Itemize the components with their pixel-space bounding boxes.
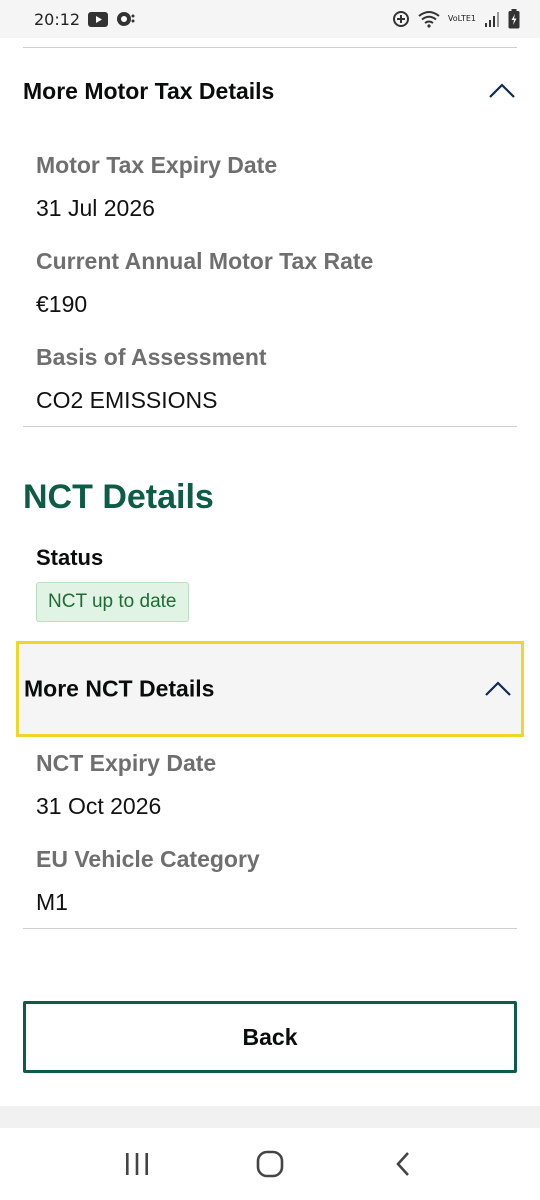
- back-icon: [396, 1152, 410, 1176]
- nct-expiry-label: NCT Expiry Date: [36, 750, 217, 776]
- network-type-label: VoLTE1: [447, 14, 476, 23]
- data-saver-icon: [392, 10, 410, 28]
- motor-tax-expiry-value: 31 Jul 2026: [36, 195, 155, 221]
- nct-expiry-value: 31 Oct 2026: [36, 793, 162, 819]
- eu-vehicle-category-label: EU Vehicle Category: [36, 846, 260, 872]
- main-content: More Motor Tax Details Motor Tax Expiry …: [0, 38, 540, 1108]
- motor-tax-expiry-label: Motor Tax Expiry Date: [36, 152, 278, 178]
- chat-icon: [116, 11, 136, 27]
- page-footer-strip: [0, 1106, 540, 1128]
- divider: [23, 928, 517, 929]
- nct-status-label: Status: [36, 545, 104, 570]
- basis-of-assessment-label: Basis of Assessment: [36, 344, 267, 370]
- basis-of-assessment-value: CO2 EMISSIONS: [36, 387, 218, 413]
- nct-accordion-title: More NCT Details: [24, 675, 215, 702]
- battery-charging-icon: [508, 9, 520, 29]
- home-icon: [256, 1150, 284, 1178]
- system-nav-bar: [0, 1128, 540, 1200]
- divider: [23, 426, 517, 427]
- home-button[interactable]: [250, 1144, 290, 1184]
- recent-apps-icon: [125, 1153, 148, 1175]
- back-button[interactable]: Back: [23, 1001, 517, 1073]
- nct-accordion-header[interactable]: More NCT Details: [16, 641, 524, 737]
- motor-tax-accordion-header[interactable]: More Motor Tax Details: [23, 46, 517, 136]
- nct-status-tag: NCT up to date: [36, 582, 189, 622]
- youtube-icon: [88, 11, 109, 27]
- chevron-up-icon: [489, 83, 515, 98]
- motor-tax-accordion-title: More Motor Tax Details: [23, 77, 275, 104]
- chevron-up-icon: [485, 681, 511, 696]
- wifi-icon: [418, 10, 440, 28]
- recent-apps-button[interactable]: [117, 1144, 157, 1184]
- signal-icon: [484, 11, 500, 27]
- system-back-button[interactable]: [383, 1144, 423, 1184]
- status-bar: 20:12 VoLTE1: [0, 0, 540, 38]
- motor-tax-rate-value: €190: [36, 291, 88, 317]
- eu-vehicle-category-value: M1: [36, 889, 68, 915]
- nct-section-title: NCT Details: [23, 478, 214, 516]
- status-time: 20:12: [34, 9, 81, 29]
- motor-tax-rate-label: Current Annual Motor Tax Rate: [36, 248, 374, 274]
